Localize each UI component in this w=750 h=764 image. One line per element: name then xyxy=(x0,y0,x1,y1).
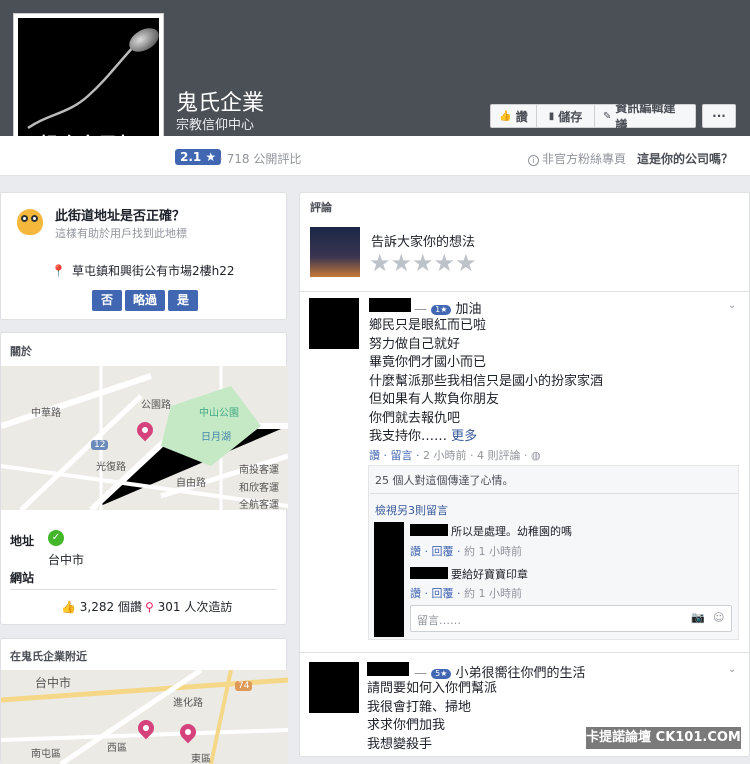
likes-stat[interactable]: 👍 3,282 個讚 xyxy=(61,598,142,615)
rating-badge[interactable]: 2.1 ★ xyxy=(175,149,222,165)
map-label-station3: 全航客運 xyxy=(239,500,279,510)
nearby-card: 在鬼氏企業附近 台中市 進化路 西區 南屯區 東區 74 xyxy=(0,638,288,764)
skip-button[interactable]: 略過 xyxy=(125,290,165,311)
more-button[interactable]: ··· xyxy=(702,104,736,128)
reviewer-avatar[interactable] xyxy=(309,298,359,349)
thumbs-up-icon: 👍 xyxy=(499,110,512,122)
reviewer-name-redacted[interactable] xyxy=(367,662,409,676)
bookmark-icon: ▮ xyxy=(548,110,555,122)
reviewer-avatar[interactable] xyxy=(309,662,359,713)
yes-button[interactable]: 是 xyxy=(168,290,198,311)
review-prompt[interactable]: 告訴大家你的想法 xyxy=(371,231,475,250)
see-more-link[interactable]: 更多 xyxy=(451,429,477,444)
reply2-text: 要給好寶寶印章 xyxy=(451,568,528,581)
address-verify-card: 此街道地址是否正確？ 這樣有助於用戶找到此地標 📍 草屯鎮和興街公有市場2樓h22… xyxy=(0,192,287,320)
reactions-summary[interactable]: 25 個人對這個傳達了心情。 xyxy=(375,472,514,488)
address-question: 此街道地址是否正確？ xyxy=(55,209,186,224)
no-button[interactable]: 否 xyxy=(92,290,122,311)
location-pin-icon: 📍 xyxy=(51,264,66,278)
rating-pill: 1★ xyxy=(431,304,452,315)
review-body: 請問要如何入你們幫派 我很會打雜、掃地 求求你們加我 我想變殺手 xyxy=(367,681,498,752)
page-title: 鬼氏企業 xyxy=(176,91,265,116)
verified-check-icon: ✓ xyxy=(48,530,64,546)
city-value: 台中市 xyxy=(48,553,85,567)
route-shield: 12 xyxy=(91,440,109,450)
view-more-comments[interactable]: 檢視另3則留言 xyxy=(375,502,448,518)
commenter-avatar[interactable] xyxy=(374,522,404,637)
commenter-name-redacted[interactable] xyxy=(410,567,448,579)
rating-pill: 5★ xyxy=(431,668,452,679)
visits-stat[interactable]: ⚲ 301 人次造訪 xyxy=(145,598,232,615)
map-label-city: 台中市 xyxy=(35,676,72,690)
address-text: 📍 草屯鎮和興街公有市場2樓h22 xyxy=(51,264,235,278)
reply1-meta: 讚 · 回覆 · 約 1 小時前 xyxy=(410,545,522,558)
route-shield: 74 xyxy=(235,681,253,691)
about-map[interactable]: 公園路 中山公園 日月湖 中華路 光復路 自由路 南投客運 和欣客運 全航客運 … xyxy=(1,366,288,510)
owl-icon xyxy=(17,209,43,235)
map-label-park: 中山公園 xyxy=(199,408,239,419)
address-hint: 這樣有助於用戶找到此地標 xyxy=(55,227,187,240)
review-actions: 讚 · 留言 · 2 小時前 · 4 則評論 · ◍ xyxy=(369,449,541,462)
claim-page-link[interactable]: 這是你的公司嗎？ xyxy=(637,150,733,167)
about-title: 關於 xyxy=(10,345,32,358)
info-icon: i xyxy=(528,155,539,166)
reviewer-name-redacted[interactable] xyxy=(369,298,411,312)
nearby-title: 在鬼氏企業附近 xyxy=(10,650,87,663)
reviews-title: 評論 xyxy=(310,201,332,214)
review-body: 鄉民只是眼紅而已啦 努力做自己就好 畢竟你們才國小而已 什麼幫派那些我相信只是國… xyxy=(369,318,604,444)
address-label: 地址 xyxy=(10,534,35,548)
map-label-district1: 西區 xyxy=(107,743,127,754)
suggest-edit-button[interactable]: ✎ 資訊編輯建議 xyxy=(594,101,696,132)
review-prompt-photo xyxy=(310,227,360,277)
map-label-station1: 南投客運 xyxy=(239,465,279,476)
pencil-icon: ✎ xyxy=(603,110,612,122)
unofficial-page-label[interactable]: i 非官方粉絲專頁 xyxy=(528,150,626,167)
map-label-road1: 中華路 xyxy=(31,408,61,419)
map-label-road3: 自由路 xyxy=(176,478,206,489)
post-chevron-icon[interactable]: ⌄ xyxy=(728,300,736,311)
map-label-street: 公園路 xyxy=(141,400,171,411)
commenter-name-redacted[interactable] xyxy=(410,524,448,536)
map-label-road2: 光復路 xyxy=(96,462,126,473)
website-label: 網站 xyxy=(10,571,35,585)
map-label-station2: 和欣客運 xyxy=(239,483,279,494)
reviews-count[interactable]: · 718 公開評比 xyxy=(219,150,301,167)
like-button[interactable]: 👍 讚 xyxy=(490,104,536,128)
globe-icon: ◍ xyxy=(530,449,541,462)
save-button[interactable]: ▮ 儲存 xyxy=(536,104,594,128)
post-chevron-icon[interactable]: ⌄ xyxy=(728,664,736,675)
map-label-district2: 南屯區 xyxy=(31,749,61,760)
map-label-district3: 東區 xyxy=(191,754,211,764)
nearby-map[interactable]: 台中市 進化路 西區 南屯區 東區 74 xyxy=(1,670,288,764)
emoji-icon[interactable]: ☺ xyxy=(713,611,724,624)
about-card: 關於 公園路 中山公園 日月湖 中華路 光復路 自由路 南投客運 和欣客運 全航… xyxy=(0,332,288,625)
map-label-lake: 日月湖 xyxy=(201,432,231,443)
camera-icon[interactable]: 📷 xyxy=(691,611,705,624)
reply2-meta: 讚 · 回覆 · 約 1 小時前 xyxy=(410,587,522,600)
reply1-text: 所以是處理。幼稚園的嗎 xyxy=(451,525,572,538)
thumbs-up-icon: 👍 xyxy=(61,600,76,614)
like-comment-links[interactable]: 讚 · 留言 · xyxy=(369,449,419,462)
person-icon: ⚲ xyxy=(145,600,154,614)
review-header: — 1★ 加油 xyxy=(414,302,482,317)
review-header: — 5★ 小弟很嚮往你們的生活 xyxy=(414,666,586,681)
page-actions: 👍 讚 ▮ 儲存 ✎ 資訊編輯建議 ··· xyxy=(490,101,742,132)
reply-input[interactable]: 留言…… 📷 ☺ xyxy=(410,605,732,632)
page-category[interactable]: 宗教信仰中心 xyxy=(176,114,254,133)
forum-watermark: 卡提諾論壇 CK101.COM xyxy=(586,727,741,749)
star-rating-input[interactable]: ★★★★★ xyxy=(369,249,477,277)
map-label-road: 進化路 xyxy=(173,698,203,709)
